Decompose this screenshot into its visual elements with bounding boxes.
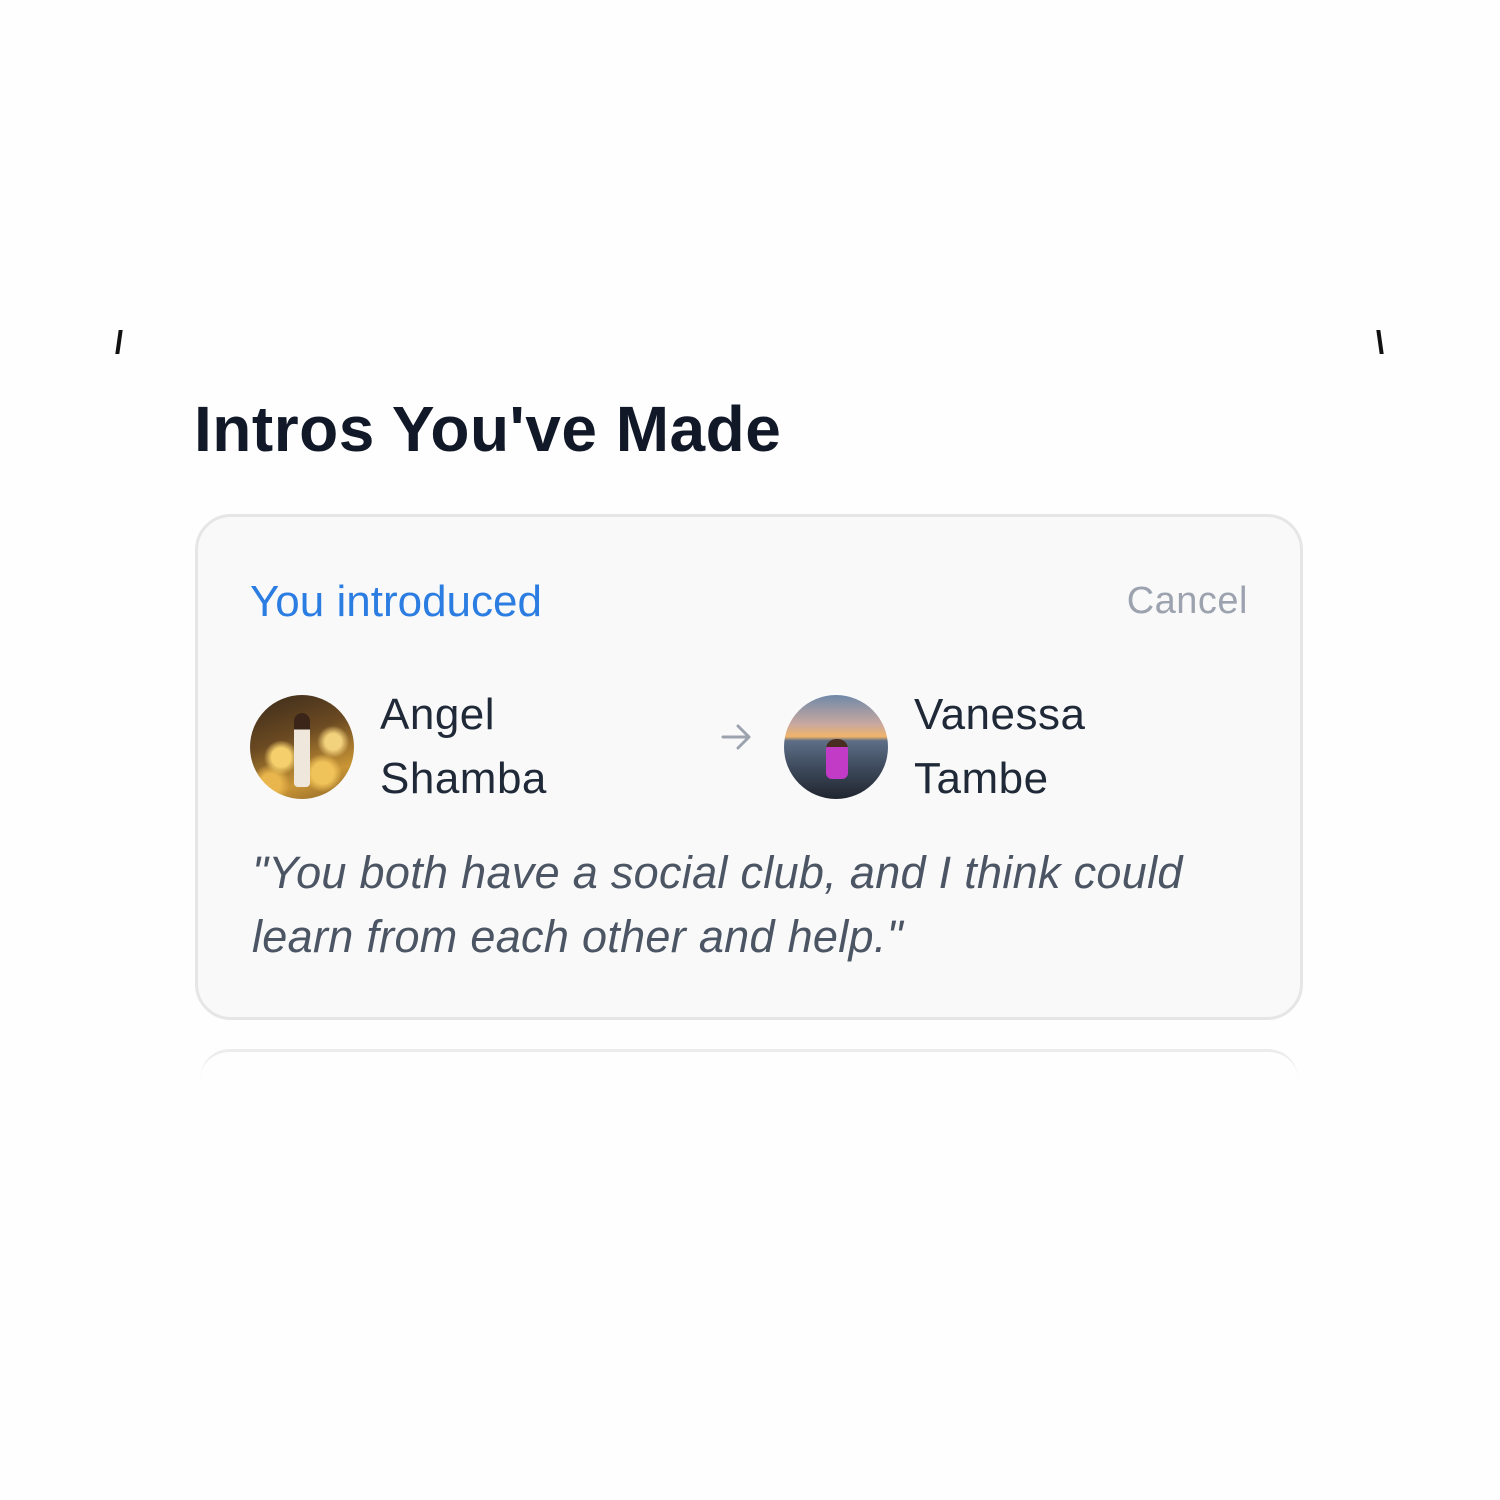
- intro-card-label: You introduced: [250, 577, 542, 626]
- screen-corner-mark-left: [115, 330, 123, 354]
- avatar-photo-figure: [826, 739, 848, 779]
- screen-corner-mark-right: [1376, 330, 1384, 354]
- cancel-button[interactable]: Cancel: [1127, 580, 1248, 623]
- person-first-name: Angel: [380, 690, 496, 739]
- intro-card[interactable]: You introduced Cancel Angel Shamba Vanes…: [195, 514, 1303, 1020]
- arrow-right-icon: [721, 724, 751, 750]
- intros-screen: Intros You've Made You introduced Cancel…: [0, 0, 1500, 1500]
- avatar[interactable]: [784, 695, 888, 799]
- person-last-name: Tambe: [914, 754, 1049, 803]
- introduced-person-from[interactable]: Angel Shamba: [250, 683, 547, 811]
- person-first-name: Vanessa: [914, 690, 1086, 739]
- introduced-person-to[interactable]: Vanessa Tambe: [784, 683, 1085, 811]
- person-last-name: Shamba: [380, 754, 547, 803]
- avatar-photo-figure: [294, 713, 310, 787]
- section-title: Intros You've Made: [194, 393, 782, 465]
- person-name: Angel Shamba: [380, 683, 547, 811]
- avatar[interactable]: [250, 695, 354, 799]
- intro-message: "You both have a social club, and I thin…: [252, 847, 1183, 962]
- next-intro-card-edge: [200, 1049, 1298, 1079]
- person-name: Vanessa Tambe: [914, 683, 1085, 811]
